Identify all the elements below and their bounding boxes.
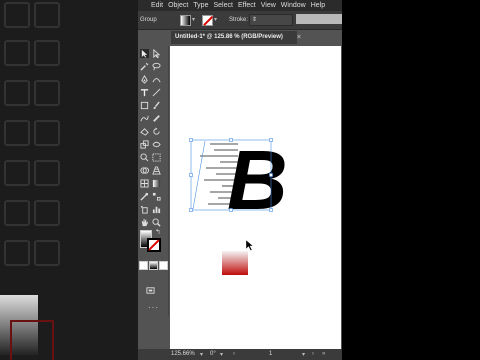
menu-effect[interactable]: Effect	[238, 2, 256, 9]
shaper-tool-icon[interactable]	[140, 114, 149, 123]
blurred-background-right	[342, 0, 480, 360]
illustrator-window: Edit Object Type Select Effect View Wind…	[138, 0, 342, 360]
last-artboard-icon[interactable]: »	[322, 351, 325, 357]
menu-edit[interactable]: Edit	[151, 2, 163, 9]
blend-tool-icon[interactable]	[152, 192, 161, 201]
document-tab-title: Untitled-1* @ 125.86 % (RGB/Preview)	[175, 34, 283, 40]
menu-window[interactable]: Window	[281, 2, 306, 9]
gradient-mode-button[interactable]	[149, 261, 158, 270]
rotate-tool-icon[interactable]	[152, 127, 161, 136]
rectangle-tool-icon[interactable]	[140, 101, 149, 110]
pencil-tool-icon[interactable]	[152, 114, 161, 123]
document-tab[interactable]: Untitled-1* @ 125.86 % (RGB/Preview) ×	[171, 31, 301, 44]
width-tool-icon[interactable]	[152, 140, 161, 149]
menu-help[interactable]: Help	[311, 2, 325, 9]
chevron-down-icon[interactable]: ▾	[302, 351, 305, 358]
hand-tool-icon[interactable]	[140, 218, 149, 227]
previous-artboard-icon[interactable]: ‹	[233, 351, 235, 357]
chevron-down-icon[interactable]: ▾	[192, 16, 195, 23]
mesh-tool-icon[interactable]	[140, 179, 149, 188]
status-bar: 125.66% ▾ 0° ▾ ‹ 1 ▾ › »	[138, 349, 342, 360]
magic-wand-tool-icon[interactable]	[140, 62, 149, 71]
free-transform-tool-icon[interactable]	[152, 153, 161, 162]
chevron-down-icon[interactable]: ▾	[220, 351, 223, 358]
close-icon[interactable]: ×	[297, 31, 301, 44]
stroke-swatch[interactable]	[202, 15, 213, 26]
gradient-rectangle[interactable]	[222, 251, 248, 275]
selection-type-label: Group	[140, 17, 157, 23]
type-tool-icon[interactable]	[140, 88, 149, 97]
rotation-angle[interactable]: 0°	[210, 351, 216, 357]
zoom-tool-icon[interactable]	[152, 218, 161, 227]
artboard[interactable]: B	[170, 46, 341, 349]
column-graph-tool-icon[interactable]	[152, 205, 161, 214]
artwork-canvas: B	[189, 133, 288, 275]
stroke-label: Stroke:	[229, 17, 249, 23]
chevron-down-icon[interactable]: ▾	[200, 351, 203, 358]
menu-object[interactable]: Object	[168, 2, 188, 9]
menu-bar: Edit Object Type Select Effect View Wind…	[138, 0, 342, 11]
perspective-grid-tool-icon[interactable]	[152, 166, 161, 175]
gradient-tool-icon[interactable]	[152, 179, 161, 188]
symbol-sprayer-tool-icon[interactable]	[140, 205, 149, 214]
fill-swatch[interactable]	[180, 15, 191, 26]
stroke-color-box[interactable]	[147, 238, 161, 252]
more-tools-icon[interactable]: ···	[148, 303, 159, 312]
screen-mode-icon[interactable]	[146, 286, 155, 295]
swap-fill-stroke-icon[interactable]: ↰	[155, 228, 161, 236]
tools-panel: ↰ ···	[138, 46, 169, 316]
paintbrush-tool-icon[interactable]	[152, 101, 161, 110]
zoom-level[interactable]: 125.66%	[171, 351, 195, 357]
stroke-weight-stepper[interactable]: ⇕	[249, 14, 293, 26]
menu-select[interactable]: Select	[213, 2, 232, 9]
none-mode-button[interactable]	[159, 261, 168, 270]
scale-tool-icon[interactable]	[140, 140, 149, 149]
line-segment-tool-icon[interactable]	[152, 88, 161, 97]
chevron-down-icon[interactable]: ▾	[214, 16, 217, 23]
control-bar: Group ▾ ▾ Stroke: ⇕	[138, 11, 342, 30]
menu-type[interactable]: Type	[193, 2, 208, 9]
artboard-number[interactable]: 1	[269, 351, 272, 357]
direct-selection-tool-icon[interactable]	[152, 49, 161, 58]
color-mode-button[interactable]	[139, 261, 148, 270]
mouse-cursor-icon	[245, 239, 254, 251]
pen-tool-icon[interactable]	[140, 75, 149, 84]
lasso-tool-icon[interactable]	[152, 62, 161, 71]
menu-view[interactable]: View	[261, 2, 276, 9]
eyedropper-tool-icon[interactable]	[140, 192, 149, 201]
selection-tool-icon[interactable]	[140, 49, 149, 58]
blurred-background-left	[0, 0, 138, 360]
shape-builder-tool-icon[interactable]	[140, 166, 149, 175]
eraser-tool-icon[interactable]	[140, 127, 149, 136]
artwork-letter-b: B	[227, 133, 288, 227]
screenshot-frame: Edit Object Type Select Effect View Wind…	[0, 0, 480, 360]
next-artboard-icon[interactable]: ›	[312, 351, 314, 357]
warp-tool-icon[interactable]	[140, 153, 149, 162]
style-dropdown[interactable]	[296, 14, 342, 24]
curvature-tool-icon[interactable]	[152, 75, 161, 84]
